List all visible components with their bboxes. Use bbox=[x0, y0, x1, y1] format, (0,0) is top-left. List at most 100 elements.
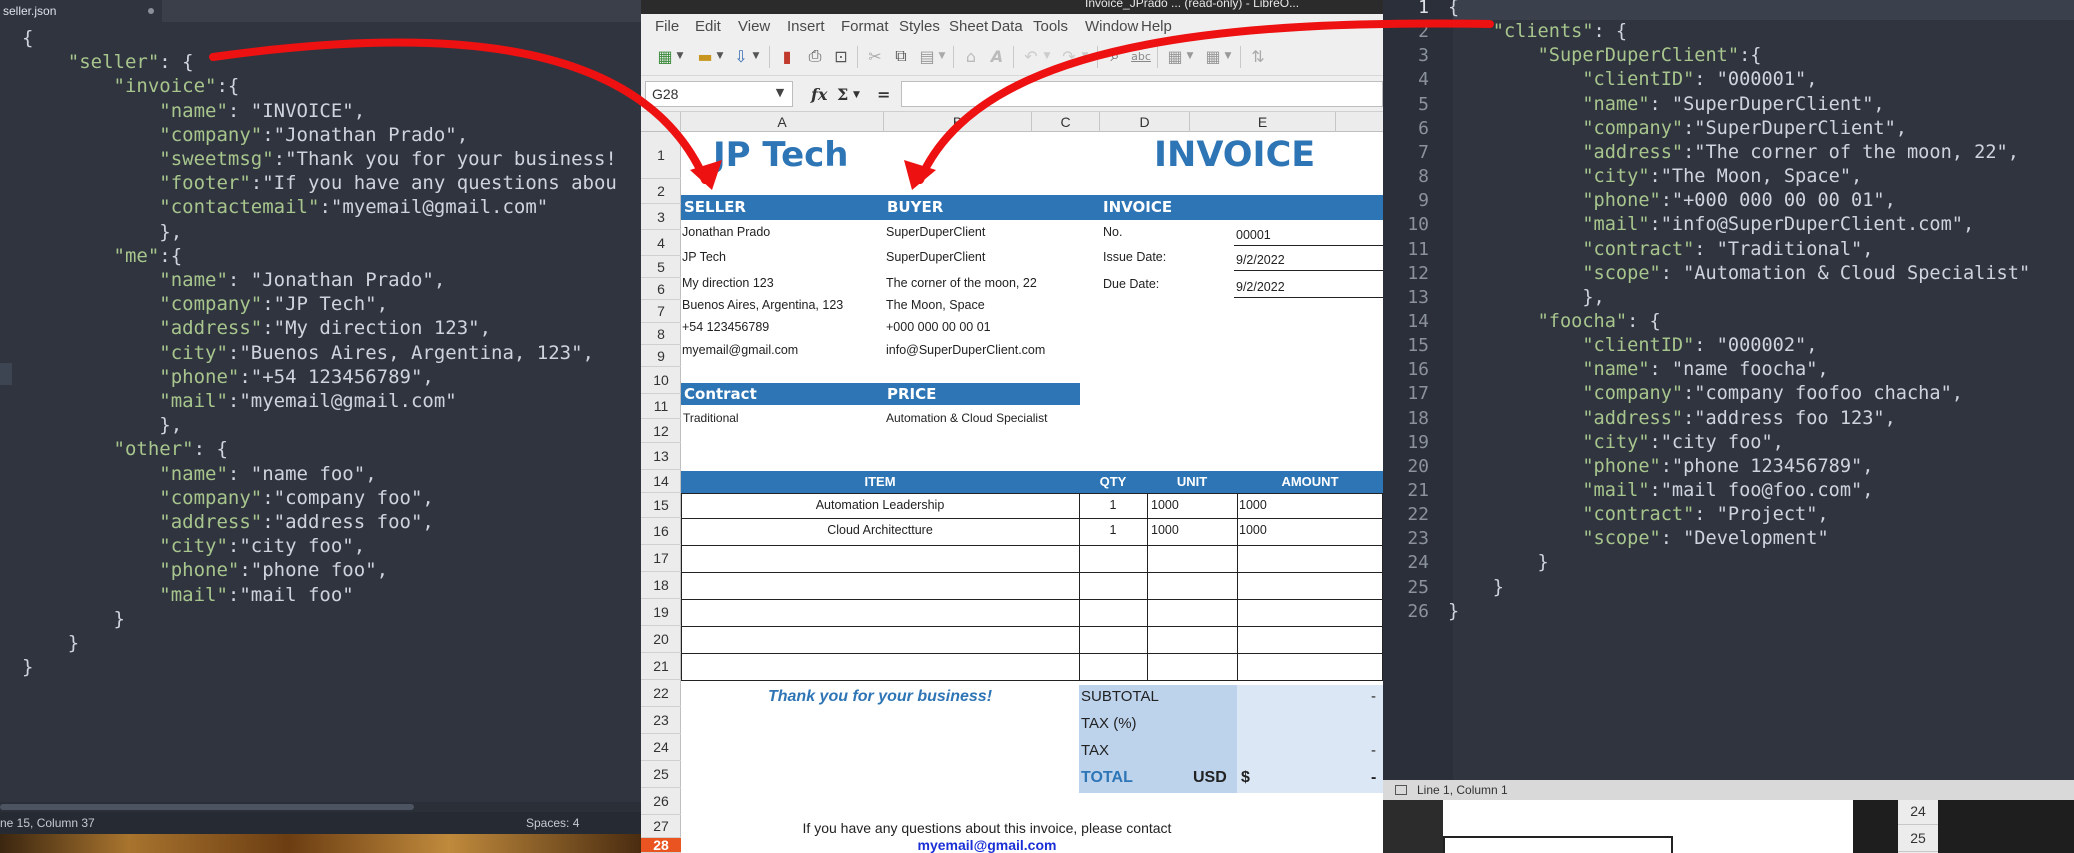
row-header-12[interactable]: 12 bbox=[641, 419, 681, 443]
formula-input[interactable] bbox=[901, 81, 1383, 107]
seller-field: My direction 123 bbox=[682, 276, 774, 290]
desktop-wallpaper bbox=[0, 834, 641, 853]
new-dropdown-icon[interactable]: ▼ bbox=[674, 44, 686, 68]
export-pdf-icon[interactable]: ▮ bbox=[775, 44, 799, 68]
code-line: "SuperDuperClient":{ bbox=[1537, 45, 1762, 67]
print-icon[interactable]: ⎙ bbox=[803, 44, 827, 68]
column-header-d[interactable]: D bbox=[1100, 112, 1190, 132]
row-header-23[interactable]: 23 bbox=[641, 707, 681, 734]
menu-item-window[interactable]: Window bbox=[1085, 18, 1138, 35]
row-header-5[interactable]: 5 bbox=[641, 256, 681, 278]
menu-item-file[interactable]: File bbox=[655, 18, 679, 35]
row-dropdown-icon[interactable]: ▼ bbox=[1184, 44, 1196, 68]
function-wizard-button[interactable]: fx bbox=[811, 85, 827, 104]
window-title: Invoice_JPrado ... (read-only) - LibreO.… bbox=[1085, 0, 1300, 10]
row-header-6[interactable]: 6 bbox=[641, 278, 681, 300]
clients-json-editor[interactable]: 1 2 3 4 5 6 7 8 9 10 11 12 13 14 15 16 17 18 19 20 21 22 23 24 2… bbox=[1383, 0, 2074, 800]
line-number: 20 bbox=[1407, 455, 1429, 477]
sum-dropdown-icon[interactable]: ▼ bbox=[853, 90, 860, 100]
menu-item-sheet[interactable]: Sheet bbox=[949, 18, 988, 35]
code-line: "company":"company foofoo chacha", bbox=[1582, 383, 1963, 405]
row-header-24[interactable]: 24 bbox=[641, 734, 681, 761]
open-dropdown-icon[interactable]: ▼ bbox=[714, 44, 726, 68]
row-header-1[interactable]: 1 bbox=[641, 132, 681, 179]
row-header-27[interactable]: 27 bbox=[641, 815, 681, 838]
row-header-15[interactable]: 15 bbox=[641, 493, 681, 518]
spelling-icon[interactable]: abc bbox=[1129, 44, 1153, 68]
total-value: - bbox=[1371, 769, 1377, 786]
menu-item-help[interactable]: Help bbox=[1141, 18, 1172, 35]
sheet-grid[interactable]: JP Tech INVOICE SELLER BUYER INVOICE Con… bbox=[681, 132, 1383, 853]
menu-item-format[interactable]: Format bbox=[841, 18, 889, 35]
redo-icon[interactable]: ↷ bbox=[1057, 44, 1081, 68]
row-header-4[interactable]: 4 bbox=[641, 230, 681, 256]
row-header-8[interactable]: 8 bbox=[641, 323, 681, 345]
column-header-c[interactable]: C bbox=[1032, 112, 1100, 132]
undo-icon[interactable]: ↶ bbox=[1019, 44, 1043, 68]
menu-item-styles[interactable]: Styles bbox=[899, 18, 940, 35]
row-header-25[interactable]: 25 bbox=[641, 761, 681, 788]
line-number: 16 bbox=[1407, 359, 1429, 381]
tax-percent-label: TAX (%) bbox=[1081, 715, 1137, 732]
print-preview-icon[interactable]: ⊡ bbox=[829, 44, 853, 68]
unsaved-dot-icon[interactable] bbox=[148, 8, 154, 14]
column-dropdown-icon[interactable]: ▼ bbox=[1222, 44, 1234, 68]
row-header-19[interactable]: 19 bbox=[641, 599, 681, 626]
clone-formatting-icon[interactable]: ⌂ bbox=[959, 44, 983, 68]
name-box-dropdown-icon[interactable]: ▼ bbox=[769, 82, 791, 104]
left-code-area[interactable]: { "seller": { "invoice":{ "name": "INVOI… bbox=[0, 26, 641, 796]
save-dropdown-icon[interactable]: ▼ bbox=[750, 44, 762, 68]
redo-dropdown-icon[interactable]: ▼ bbox=[1079, 44, 1091, 68]
seller-field: Jonathan Prado bbox=[682, 225, 771, 239]
row-header-7[interactable]: 7 bbox=[641, 300, 681, 323]
line-number: 24 bbox=[1407, 552, 1429, 574]
panel-toggle-icon[interactable] bbox=[1395, 785, 1407, 795]
code-line: } bbox=[1448, 576, 1504, 598]
row-header-26[interactable]: 26 bbox=[641, 788, 681, 815]
row-header-14[interactable]: 14 bbox=[641, 470, 681, 493]
row-header-11[interactable]: 11 bbox=[641, 394, 681, 419]
row-header-9[interactable]: 9 bbox=[641, 345, 681, 367]
menu-item-edit[interactable]: Edit bbox=[695, 18, 721, 35]
row-header-20[interactable]: 20 bbox=[641, 626, 681, 653]
column-header-a[interactable]: A bbox=[681, 112, 884, 132]
seller-json-editor[interactable]: seller.json { "seller": { "invoice":{ "n… bbox=[0, 0, 641, 853]
row-header-10[interactable]: 10 bbox=[641, 367, 681, 394]
code-line: "foocha": { bbox=[1537, 310, 1661, 332]
find-replace-icon[interactable]: ⌕ bbox=[1103, 44, 1127, 68]
column-header-b[interactable]: B bbox=[884, 112, 1032, 132]
sum-button[interactable]: Σ bbox=[837, 85, 848, 104]
row-header-3[interactable]: 3 bbox=[641, 204, 681, 230]
menu-item-data[interactable]: Data bbox=[991, 18, 1023, 35]
clear-formatting-icon[interactable]: A bbox=[985, 44, 1009, 68]
row-header-16[interactable]: 16 bbox=[641, 518, 681, 545]
item-qty: 1 bbox=[1109, 498, 1117, 512]
indent-setting[interactable]: Spaces: 4 bbox=[526, 812, 579, 834]
tab-seller-json[interactable]: seller.json bbox=[0, 0, 162, 22]
column-header-e[interactable]: E bbox=[1190, 112, 1336, 132]
formula-button[interactable]: = bbox=[877, 85, 890, 104]
menu-item-insert[interactable]: Insert bbox=[787, 18, 825, 35]
header-filler bbox=[1032, 195, 1100, 220]
paste-dropdown-icon[interactable]: ▼ bbox=[936, 44, 948, 68]
buyer-field: SuperDuperClient bbox=[886, 250, 986, 264]
menu-item-view[interactable]: View bbox=[738, 18, 770, 35]
row-header-13[interactable]: 13 bbox=[641, 443, 681, 470]
row-header-21[interactable]: 21 bbox=[641, 653, 681, 680]
row-header-28[interactable]: 28 bbox=[641, 838, 681, 853]
row-header-18[interactable]: 18 bbox=[641, 572, 681, 599]
select-all-corner[interactable] bbox=[641, 112, 681, 132]
row-header-22[interactable]: 22 bbox=[641, 680, 681, 707]
scrollbar-thumb[interactable] bbox=[0, 804, 414, 810]
copy-icon[interactable]: ⧉ bbox=[889, 44, 913, 68]
undo-dropdown-icon[interactable]: ▼ bbox=[1041, 44, 1053, 68]
tab-title: seller.json bbox=[3, 4, 57, 18]
invoice-title: INVOICE bbox=[1154, 135, 1316, 175]
cut-icon[interactable]: ✂ bbox=[863, 44, 887, 68]
sort-icon[interactable]: ⇅ bbox=[1246, 44, 1270, 68]
horizontal-scrollbar[interactable] bbox=[0, 802, 641, 812]
row-header-17[interactable]: 17 bbox=[641, 545, 681, 572]
spreadsheet-window[interactable]: Invoice_JPrado ... (read-only) - LibreO.… bbox=[641, 0, 1383, 853]
menu-item-tools[interactable]: Tools bbox=[1033, 18, 1068, 35]
row-header-2[interactable]: 2 bbox=[641, 179, 681, 204]
